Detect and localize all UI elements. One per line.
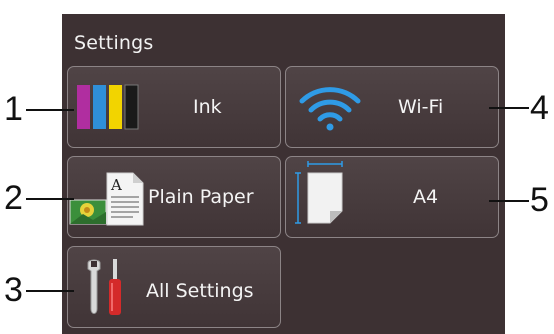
paper-size-icon — [295, 161, 343, 224]
tools-icon — [87, 259, 121, 315]
svg-text:A: A — [110, 176, 122, 194]
paper-size-label: A4 — [413, 186, 439, 208]
ink-cartridges-icon — [77, 84, 139, 130]
all-settings-button[interactable]: All Settings — [67, 246, 281, 328]
callout-4: 4 — [530, 89, 549, 127]
paper-type-button[interactable]: A Plain Paper — [67, 156, 281, 238]
wifi-button[interactable]: Wi-Fi — [285, 66, 499, 148]
wifi-icon — [299, 87, 361, 131]
ink-label: Ink — [193, 96, 222, 118]
plain-paper-icon: A — [69, 172, 144, 226]
paper-size-button[interactable]: A4 — [285, 156, 499, 238]
screen-title: Settings — [74, 32, 154, 54]
callout-2-line — [26, 198, 74, 200]
callout-1: 1 — [4, 90, 23, 128]
lcd-screen: Settings Ink Wi-Fi A Plain Paper A4 All … — [62, 14, 505, 334]
paper-type-label: Plain Paper — [148, 186, 254, 208]
ink-button[interactable]: Ink — [67, 66, 281, 148]
callout-4-line — [489, 107, 529, 109]
all-settings-label: All Settings — [146, 280, 254, 302]
callout-2: 2 — [4, 179, 23, 217]
callout-5-line — [489, 200, 529, 202]
callout-5: 5 — [530, 181, 549, 219]
callout-3-line — [26, 290, 74, 292]
empty-tile-slot — [285, 246, 499, 328]
callout-3: 3 — [4, 271, 23, 309]
wifi-label: Wi-Fi — [398, 96, 444, 118]
callout-1-line — [26, 109, 74, 111]
